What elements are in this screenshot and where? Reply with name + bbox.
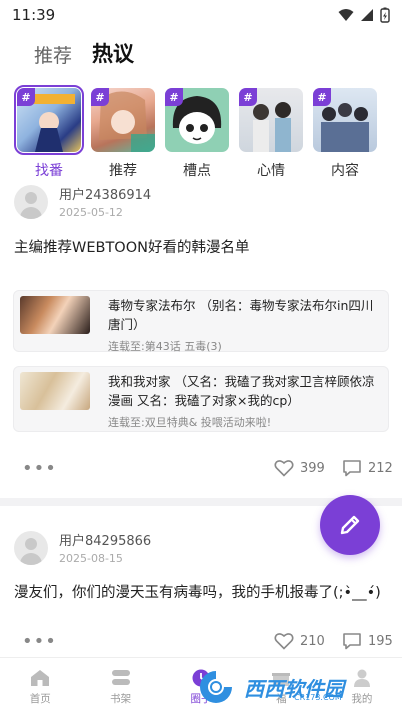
comment-icon: [343, 460, 361, 477]
comment-button[interactable]: 195: [342, 632, 393, 650]
comic-title: 我和我对家 （又名：我磕了我对家卫言梓顾依凉漫画 又名：我磕了对家×我的cp）: [108, 374, 375, 408]
comment-icon: [343, 633, 361, 650]
bookshelf-icon: [111, 669, 130, 685]
comic-update: 连载至:第43话 五毒(3): [108, 340, 222, 353]
status-bar: 11:39: [0, 0, 402, 30]
category-thumbnail: #: [313, 88, 377, 152]
tab-recommend[interactable]: 推荐: [34, 41, 72, 68]
category-label: 槽点: [183, 163, 211, 179]
like-button[interactable]: 399: [274, 459, 325, 477]
avatar[interactable]: [14, 184, 48, 219]
avatar[interactable]: [14, 530, 48, 565]
category-content[interactable]: # 内容: [312, 88, 378, 180]
category-thumbnail: #: [165, 88, 229, 152]
category-thumbnail: #: [239, 88, 303, 152]
watermark-logo-icon: [200, 671, 232, 703]
pencil-icon: [340, 515, 360, 535]
comment-button[interactable]: 212: [342, 459, 393, 477]
wifi-icon: [338, 9, 354, 21]
hash-badge: #: [91, 88, 109, 106]
like-count: 399: [300, 460, 325, 476]
nav-label: 首页: [29, 692, 51, 705]
comic-info: 毒物专家法布尔 （别名：毒物专家法布尔in四川唐门） 连载至:第43话 五毒(3…: [108, 296, 382, 353]
user-name[interactable]: 用户24386914: [59, 184, 151, 203]
comic-card[interactable]: 毒物专家法布尔 （别名：毒物专家法布尔in四川唐门） 连载至:第43话 五毒(3…: [13, 290, 389, 353]
comic-update: 连载至:双旦特典& 投喂活动来啦!: [108, 416, 272, 429]
category-thumbnail: #: [91, 88, 155, 152]
post-text: 主编推荐WEBTOON好看的韩漫名单: [14, 240, 250, 256]
battery-icon: [380, 7, 390, 23]
nav-label: 书架: [110, 692, 132, 705]
tab-hot-discussion[interactable]: 热议: [92, 38, 134, 68]
post-actions: ••• 210 195: [0, 629, 402, 653]
more-icon[interactable]: •••: [22, 631, 57, 652]
user-info: 用户24386914 2025-05-12: [59, 184, 151, 219]
post-text: 漫友们，你们的漫天玉有病毒吗，我的手机报毒了(;•̀__•́): [14, 585, 381, 601]
post-header: 用户24386914 2025-05-12: [0, 184, 402, 219]
category-mood[interactable]: # 心情: [238, 88, 304, 180]
post-card[interactable]: 用户24386914 2025-05-12 主编推荐WEBTOON好看的韩漫名单: [0, 184, 402, 257]
post-date: 2025-05-12: [59, 206, 123, 219]
user-name[interactable]: 用户84295866: [59, 530, 151, 549]
hash-badge: #: [239, 88, 257, 106]
nav-bookshelf[interactable]: 书架: [80, 658, 160, 715]
category-recommend[interactable]: # 推荐: [90, 88, 156, 180]
comment-count: 212: [368, 460, 393, 476]
heart-icon: [274, 633, 294, 650]
home-icon: [31, 669, 50, 686]
category-thumbnail: #: [14, 85, 84, 155]
status-icons: [338, 7, 390, 23]
status-time: 11:39: [12, 6, 56, 24]
nav-home[interactable]: 首页: [0, 658, 80, 715]
comment-count: 195: [368, 633, 393, 649]
comic-info: 我和我对家 （又名：我磕了我对家卫言梓顾依凉漫画 又名：我磕了对家×我的cp） …: [108, 372, 382, 429]
category-complaints[interactable]: # 槽点: [164, 88, 230, 180]
comic-cover: [20, 296, 90, 334]
watermark: 西西软件园 CR173.COM: [194, 665, 394, 709]
hash-badge: #: [165, 88, 183, 106]
compose-button[interactable]: [320, 495, 380, 555]
category-label: 心情: [257, 163, 285, 179]
like-count: 210: [300, 633, 325, 649]
more-icon[interactable]: •••: [22, 458, 57, 479]
post-date: 2025-08-15: [59, 552, 123, 565]
category-label: 推荐: [109, 163, 137, 179]
post-actions: ••• 399 212: [0, 456, 402, 480]
comic-card[interactable]: 我和我对家 （又名：我磕了我对家卫言梓顾依凉漫画 又名：我磕了对家×我的cp） …: [13, 366, 389, 432]
category-label: 内容: [331, 163, 359, 179]
signal-icon: [361, 9, 373, 21]
watermark-domain: CR173.COM: [294, 693, 342, 702]
hash-badge: #: [17, 88, 35, 106]
comic-title: 毒物专家法布尔 （别名：毒物专家法布尔in四川唐门）: [108, 298, 374, 332]
category-row: # 找番 # 推荐 # 槽点 # 心情 # 内容: [14, 85, 378, 180]
category-find-anime[interactable]: # 找番: [14, 85, 84, 180]
heart-icon: [274, 460, 294, 477]
comic-cover: [20, 372, 90, 410]
user-info: 用户84295866 2025-08-15: [59, 530, 151, 565]
hash-badge: #: [313, 88, 331, 106]
like-button[interactable]: 210: [274, 632, 325, 650]
category-label: 找番: [35, 163, 63, 179]
top-tabs: 推荐 热议: [34, 36, 134, 68]
